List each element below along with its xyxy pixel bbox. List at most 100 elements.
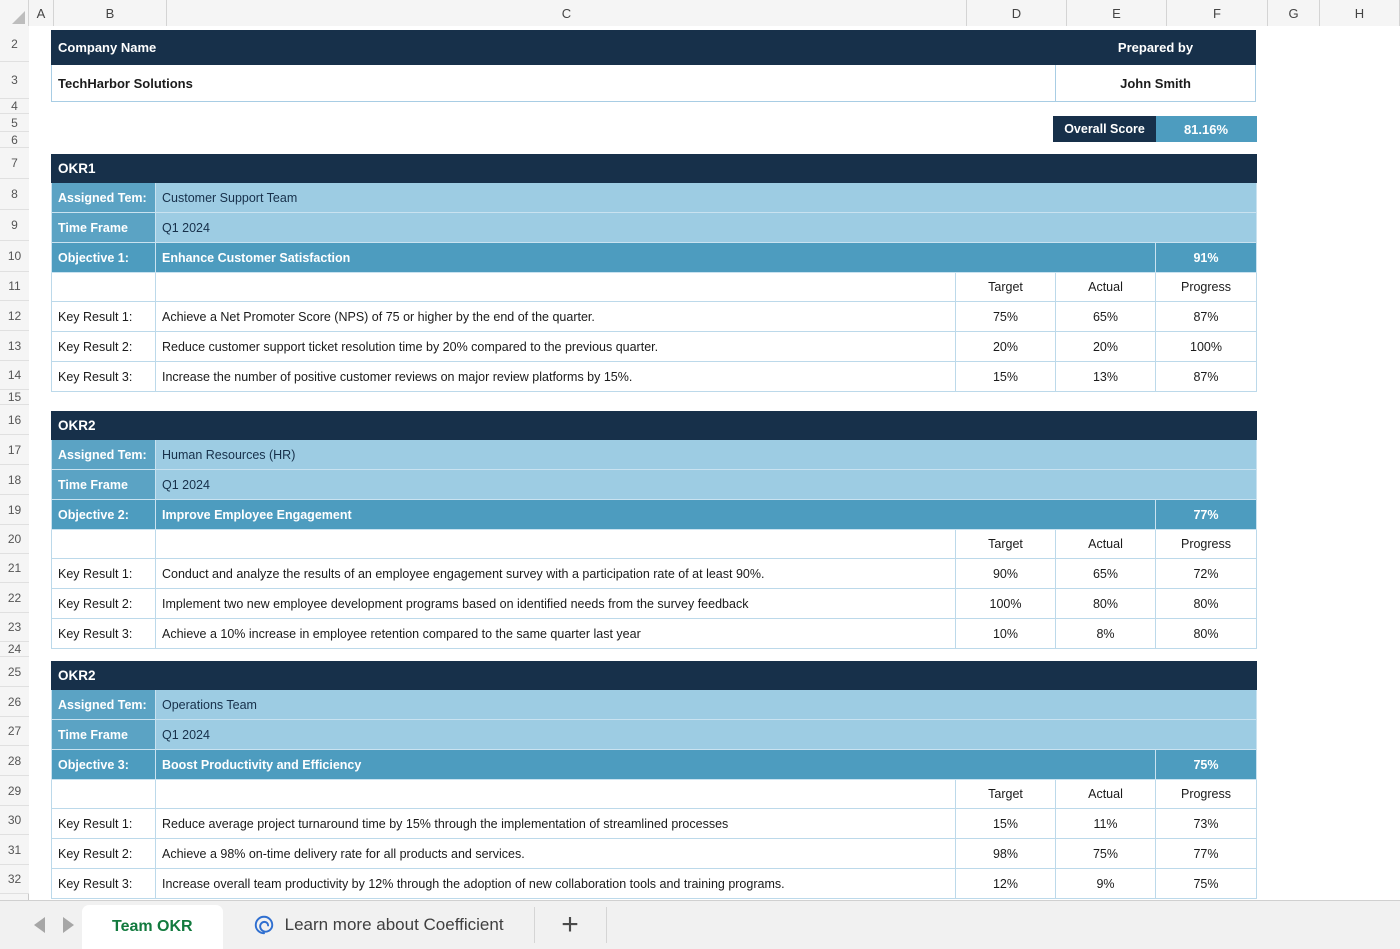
key-result-actual-1-2[interactable]: 20% — [1055, 331, 1156, 362]
row-header-7[interactable]: 7 — [0, 148, 29, 179]
row-header-16[interactable]: 16 — [0, 405, 29, 435]
row-header-28[interactable]: 28 — [0, 746, 29, 776]
company-name-label: Company Name — [51, 30, 1056, 65]
row-header-27[interactable]: 27 — [0, 717, 29, 746]
row-header-13[interactable]: 13 — [0, 331, 29, 361]
column-header-b[interactable]: B — [54, 0, 167, 26]
row-header-18[interactable]: 18 — [0, 465, 29, 495]
time-frame-label-2: Time Frame — [51, 469, 156, 500]
coefficient-learn-more-link[interactable]: Learn more about Coefficient — [223, 907, 535, 943]
key-result-description-2-3[interactable]: Achieve a 10% increase in employee reten… — [155, 618, 956, 649]
time-frame-value-3[interactable]: Q1 2024 — [155, 719, 1257, 750]
row-header-26[interactable]: 26 — [0, 687, 29, 717]
key-result-actual-2-3[interactable]: 8% — [1055, 618, 1156, 649]
column-header-c[interactable]: C — [167, 0, 967, 26]
overall-score-value: 81.16% — [1155, 116, 1257, 142]
key-result-actual-3-3[interactable]: 9% — [1055, 868, 1156, 899]
company-name-value[interactable]: TechHarbor Solutions — [51, 64, 1056, 102]
okr-team-row: Assigned Tem: Customer Support Team — [51, 182, 1257, 213]
key-result-description-2-1[interactable]: Conduct and analyze the results of an em… — [155, 558, 956, 589]
row-header-32[interactable]: 32 — [0, 865, 29, 894]
key-result-target-3-1[interactable]: 15% — [955, 808, 1056, 839]
key-result-target-1-1[interactable]: 75% — [955, 301, 1056, 332]
key-result-row: Key Result 2: Achieve a 98% on-time deliv… — [51, 838, 1257, 869]
key-result-description-1-2[interactable]: Reduce customer support ticket resolutio… — [155, 331, 956, 362]
row-header-15[interactable]: 15 — [0, 390, 29, 405]
column-header-g[interactable]: G — [1268, 0, 1320, 26]
key-result-description-1-1[interactable]: Achieve a Net Promoter Score (NPS) of 75… — [155, 301, 956, 332]
key-result-row: Key Result 3: Increase the number of posi… — [51, 361, 1257, 392]
row-header-17[interactable]: 17 — [0, 435, 29, 465]
column-header-d[interactable]: D — [967, 0, 1067, 26]
assigned-team-value-2[interactable]: Human Resources (HR) — [155, 439, 1257, 470]
metrics-progress-header-1: Progress — [1155, 272, 1257, 302]
key-result-actual-3-1[interactable]: 11% — [1055, 808, 1156, 839]
okr-title-3: OKR2 — [51, 661, 1257, 690]
okr-objective-row: Objective 2: Improve Employee Engagement 7… — [51, 499, 1257, 530]
row-header-31[interactable]: 31 — [0, 835, 29, 865]
key-result-progress-3-3: 75% — [1155, 868, 1257, 899]
key-result-description-3-2[interactable]: Achieve a 98% on-time delivery rate for … — [155, 838, 956, 869]
row-header-2[interactable]: 2 — [0, 26, 29, 62]
objective-value-1[interactable]: Enhance Customer Satisfaction — [155, 242, 1156, 273]
objective-value-3[interactable]: Boost Productivity and Efficiency — [155, 749, 1156, 780]
add-sheet-button[interactable]: + — [535, 907, 607, 943]
key-result-target-1-2[interactable]: 20% — [955, 331, 1056, 362]
row-header-29[interactable]: 29 — [0, 776, 29, 806]
row-header-24[interactable]: 24 — [0, 642, 29, 657]
select-all-corner[interactable] — [0, 0, 29, 26]
key-result-target-3-2[interactable]: 98% — [955, 838, 1056, 869]
row-header-10[interactable]: 10 — [0, 241, 29, 272]
spreadsheet-app: ABCDEFGH 2 3 4 5 6 7 8 9 10 11 12 13 14 15 16 17 18 19 20 2… — [0, 0, 1400, 949]
prepared-by-value[interactable]: John Smith — [1055, 64, 1256, 102]
key-result-label-2-2: Key Result 2: — [51, 588, 156, 619]
prev-sheet-icon[interactable] — [34, 917, 45, 933]
time-frame-value-2[interactable]: Q1 2024 — [155, 469, 1257, 500]
row-header-9[interactable]: 9 — [0, 210, 29, 241]
row-header-4[interactable]: 4 — [0, 99, 29, 114]
key-result-row: Key Result 1: Conduct and analyze the res… — [51, 558, 1257, 589]
row-header-19[interactable]: 19 — [0, 495, 29, 525]
row-header-3[interactable]: 3 — [0, 62, 29, 99]
row-header-21[interactable]: 21 — [0, 554, 29, 583]
metrics-actual-header-1: Actual — [1055, 272, 1156, 302]
key-result-description-3-1[interactable]: Reduce average project turnaround time b… — [155, 808, 956, 839]
row-header-11[interactable]: 11 — [0, 272, 29, 301]
key-result-target-3-3[interactable]: 12% — [955, 868, 1056, 899]
row-header-23[interactable]: 23 — [0, 613, 29, 642]
row-header-22[interactable]: 22 — [0, 583, 29, 613]
assigned-team-value-1[interactable]: Customer Support Team — [155, 182, 1257, 213]
row-header-12[interactable]: 12 — [0, 301, 29, 331]
next-sheet-icon[interactable] — [63, 917, 74, 933]
row-header-5[interactable]: 5 — [0, 114, 29, 132]
key-result-description-1-3[interactable]: Increase the number of positive customer… — [155, 361, 956, 392]
row-header-30[interactable]: 30 — [0, 806, 29, 835]
key-result-description-2-2[interactable]: Implement two new employee development p… — [155, 588, 956, 619]
row-header-8[interactable]: 8 — [0, 179, 29, 210]
column-header-h[interactable]: H — [1320, 0, 1400, 26]
column-header-f[interactable]: F — [1167, 0, 1268, 26]
metrics-blank-desc-2 — [155, 529, 956, 559]
key-result-actual-1-1[interactable]: 65% — [1055, 301, 1156, 332]
assigned-team-value-3[interactable]: Operations Team — [155, 689, 1257, 720]
key-result-actual-2-2[interactable]: 80% — [1055, 588, 1156, 619]
key-result-actual-3-2[interactable]: 75% — [1055, 838, 1156, 869]
key-result-target-1-3[interactable]: 15% — [955, 361, 1056, 392]
key-result-actual-1-3[interactable]: 13% — [1055, 361, 1156, 392]
key-result-target-2-3[interactable]: 10% — [955, 618, 1056, 649]
key-result-actual-2-1[interactable]: 65% — [1055, 558, 1156, 589]
sheet-tab-team-okr[interactable]: Team OKR — [82, 905, 223, 949]
row-header-25[interactable]: 25 — [0, 657, 29, 687]
row-header-6[interactable]: 6 — [0, 132, 29, 148]
key-result-target-2-2[interactable]: 100% — [955, 588, 1056, 619]
objective-value-2[interactable]: Improve Employee Engagement — [155, 499, 1156, 530]
row-header-20[interactable]: 20 — [0, 525, 29, 554]
column-header-e[interactable]: E — [1067, 0, 1167, 26]
time-frame-value-1[interactable]: Q1 2024 — [155, 212, 1257, 243]
objective-label-1: Objective 1: — [51, 242, 156, 273]
row-header-14[interactable]: 14 — [0, 361, 29, 390]
metrics-blank-label-1 — [51, 272, 156, 302]
key-result-target-2-1[interactable]: 90% — [955, 558, 1056, 589]
key-result-description-3-3[interactable]: Increase overall team productivity by 12… — [155, 868, 956, 899]
column-header-a[interactable]: A — [29, 0, 54, 26]
